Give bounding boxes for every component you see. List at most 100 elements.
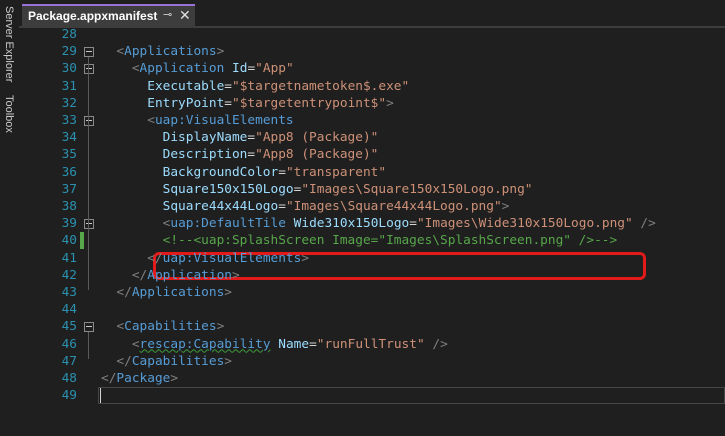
line-number: 41 — [61, 250, 77, 266]
line-number: 35 — [61, 147, 77, 163]
text-caret — [100, 388, 101, 404]
line-number: 30 — [61, 61, 77, 77]
server-explorer-tab[interactable]: Server Explorer — [1, 6, 17, 82]
pin-icon[interactable]: ⊸ — [163, 8, 172, 21]
code-token: </ — [131, 267, 148, 283]
code-token: "transparent" — [285, 164, 387, 180]
code-line-41[interactable]: 41 </uap:VisualElements> — [19, 250, 725, 267]
code-text: Square150x150Logo="Images\Square150x150L… — [101, 181, 533, 198]
code-token: Capabilities — [131, 353, 225, 369]
line-number: 48 — [61, 371, 77, 386]
code-token: "Images\Square44x44Logo.png" — [285, 199, 502, 214]
code-token: DisplayName — [162, 130, 248, 146]
code-token: BackgroundColor — [162, 164, 279, 180]
code-line-33[interactable]: 33 <uap:VisualElements — [19, 112, 725, 129]
code-line-34[interactable]: 34 DisplayName="App8 (Package)" — [19, 129, 725, 146]
code-text: Executable="$targetnametoken$.exe" — [101, 78, 409, 95]
code-token: > — [501, 199, 510, 214]
collapse-toggle-icon[interactable] — [84, 219, 94, 230]
line-number: 42 — [61, 267, 77, 283]
code-line-44[interactable]: 44 — [19, 301, 725, 318]
code-token: > — [301, 250, 310, 266]
code-token: < — [131, 61, 140, 77]
code-token: Wide310x150Logo — [293, 216, 410, 232]
code-line-42[interactable]: 42 </Application> — [19, 267, 725, 284]
code-token: < — [116, 44, 125, 60]
line-number: 43 — [61, 285, 77, 300]
line-number: 37 — [61, 181, 77, 197]
code-line-45[interactable]: 45 <Capabilities> — [19, 318, 725, 335]
code-token: Description — [162, 147, 248, 163]
code-line-30[interactable]: 30 <Application Id="App" — [19, 60, 725, 77]
code-line-43[interactable]: 43 </Applications> — [19, 284, 725, 301]
collapse-toggle-icon[interactable] — [84, 64, 94, 75]
code-token: < — [131, 336, 140, 352]
code-token: > — [170, 371, 179, 386]
code-line-35[interactable]: 35 Description="App8 (Package)" — [19, 146, 725, 163]
code-token: uap:VisualElements — [154, 113, 294, 128]
tab-title: Package.appxmanifest — [28, 9, 158, 23]
code-line-28[interactable]: 28 — [19, 26, 725, 43]
code-token: = — [409, 216, 417, 232]
toolbox-tab[interactable]: Toolbox — [1, 95, 17, 133]
code-line-31[interactable]: 31 Executable="$targetnametoken$.exe" — [19, 78, 725, 95]
code-line-47[interactable]: 47 </Capabilities> — [19, 353, 725, 370]
collapse-toggle-icon[interactable] — [84, 116, 94, 126]
code-editor[interactable]: 28 29 <Applications> 30 <Application Id="A… — [19, 26, 725, 436]
code-line-39[interactable]: 39 <uap:DefaultTile Wide310x150Logo="Ima… — [19, 215, 725, 232]
collapse-toggle-icon[interactable] — [84, 322, 94, 333]
line-number: 33 — [61, 113, 77, 128]
code-line-37[interactable]: 37 Square150x150Logo="Images\Square150x1… — [19, 181, 725, 198]
code-text: <uap:DefaultTile Wide310x150Logo="Images… — [101, 215, 656, 232]
code-token: <!--<uap:SplashScreen Image="Images\Spla… — [162, 233, 618, 249]
code-token: rescap:Capability — [139, 336, 271, 352]
code-line-29[interactable]: 29 <Applications> — [19, 43, 725, 60]
side-tool-strip: Server Explorer Toolbox — [0, 0, 20, 436]
code-text: <uap:VisualElements — [101, 112, 294, 129]
close-icon[interactable]: ✕ — [179, 7, 191, 24]
fold-guide — [88, 126, 89, 256]
code-line-46[interactable]: 46 <rescap:Capability Name="runFullTrust… — [19, 336, 725, 353]
document-tab[interactable]: Package.appxmanifest ⊸ ✕ — [22, 4, 195, 26]
line-number: 40 — [61, 233, 77, 249]
code-token: "App8 (Package)" — [255, 130, 379, 146]
code-token: Applications — [131, 285, 225, 300]
code-line-32[interactable]: 32 EntryPoint="$targetentrypoint$"> — [19, 95, 725, 112]
code-line-48[interactable]: 48 </Package> — [19, 370, 725, 387]
code-token: </ — [116, 285, 132, 300]
code-token: "runFullTrust" — [316, 336, 425, 352]
collapse-toggle-icon[interactable] — [84, 47, 94, 58]
code-token: "Images\Square150x150Logo.png" — [301, 181, 533, 197]
code-token: > — [216, 44, 225, 60]
code-line-36[interactable]: 36 BackgroundColor="transparent" — [19, 164, 725, 181]
code-token: "$targetnametoken$.exe" — [232, 78, 410, 94]
code-token: = — [278, 199, 286, 214]
code-line-40[interactable]: 40 <!--<uap:SplashScreen Image="Images\S… — [19, 232, 725, 250]
fold-guide — [88, 332, 89, 359]
line-number: 45 — [61, 319, 77, 335]
code-token: < — [147, 113, 155, 128]
line-number: 34 — [61, 130, 77, 146]
code-token: uap:DefaultTile — [170, 216, 286, 232]
code-line-49[interactable]: 49 — [19, 387, 725, 405]
line-number: 36 — [61, 164, 77, 180]
code-text: BackgroundColor="transparent" — [101, 164, 386, 181]
code-line-38[interactable]: 38 Square44x44Logo="Images\Square44x44Lo… — [19, 198, 725, 215]
code-text: <Applications> — [101, 43, 224, 60]
line-number: 38 — [61, 199, 77, 214]
code-token: Square44x44Logo — [162, 199, 279, 214]
